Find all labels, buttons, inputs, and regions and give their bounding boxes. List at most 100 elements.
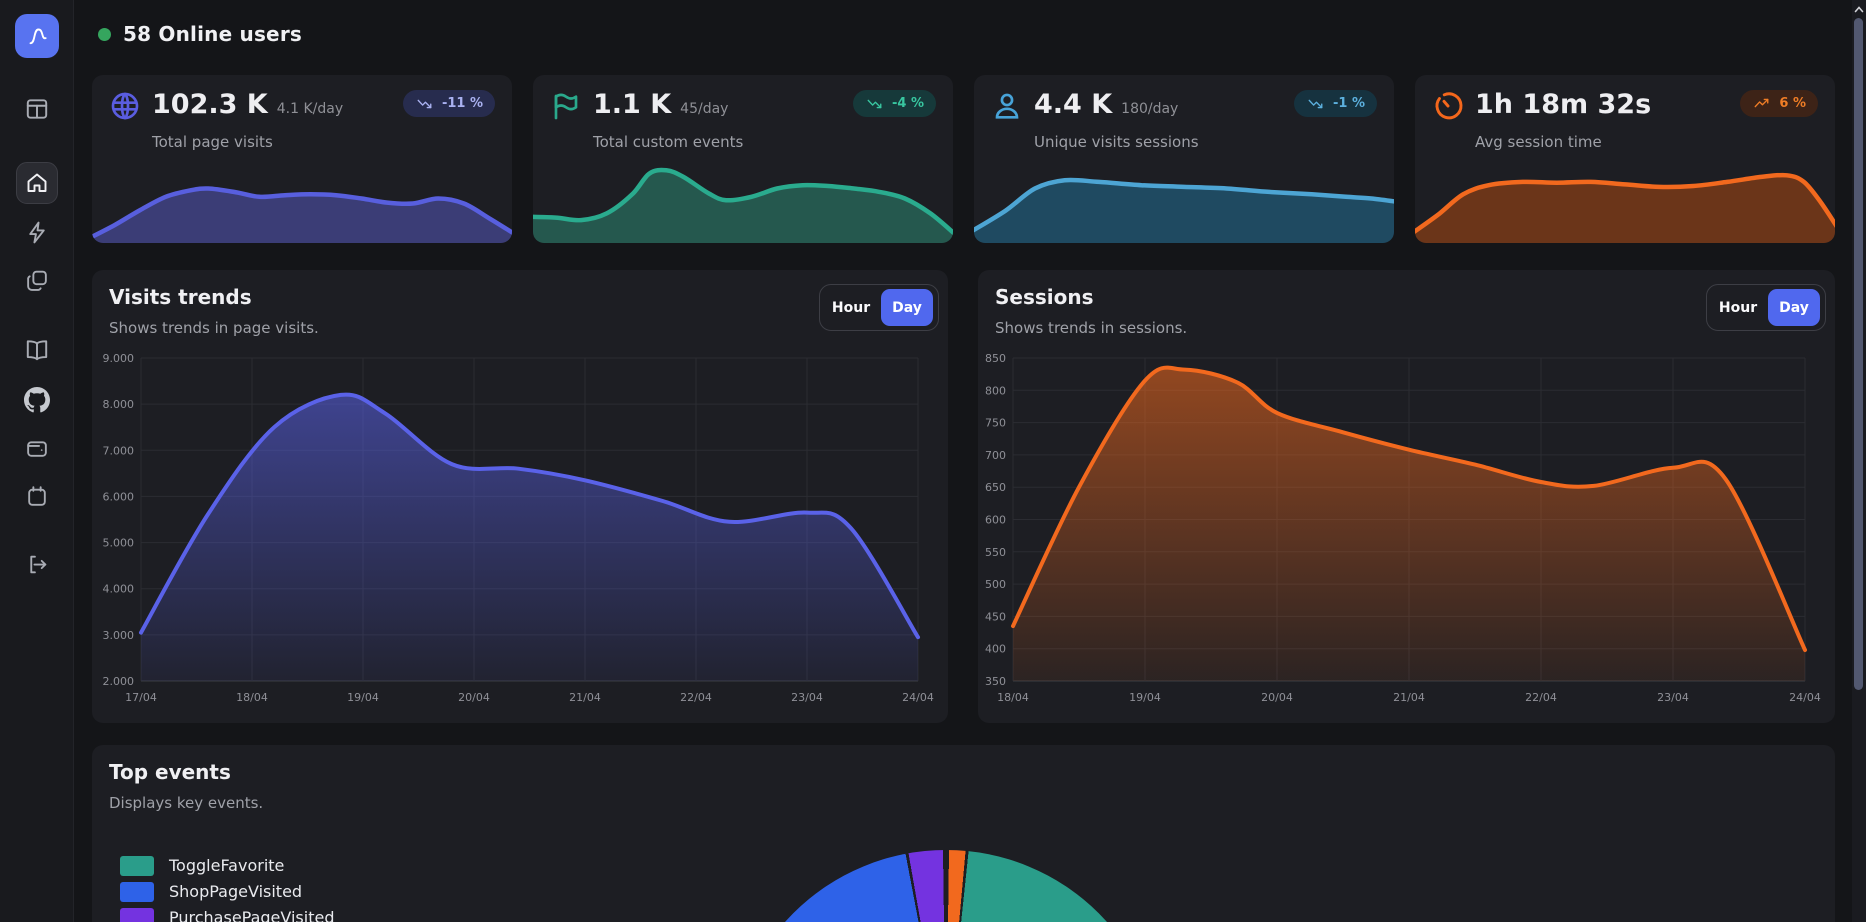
stat-card-total-custom-events: 1.1 K 45/day Total custom events -4 % <box>533 75 953 243</box>
legend-item[interactable]: ToggleFavorite <box>120 855 334 876</box>
svg-text:18/04: 18/04 <box>997 691 1029 704</box>
svg-text:22/04: 22/04 <box>1525 691 1557 704</box>
events-legend: ToggleFavorite ShopPageVisited PurchasePag… <box>120 855 334 922</box>
legend-item[interactable]: ShopPageVisited <box>120 881 334 902</box>
trend-badge: 6 % <box>1740 90 1818 117</box>
legend-label: ToggleFavorite <box>169 856 284 875</box>
layout-panel-icon <box>24 96 50 122</box>
badge-text: -4 % <box>892 96 924 111</box>
online-users-label: 58 Online users <box>123 22 302 46</box>
unique-visits-sparkline <box>974 148 1394 243</box>
svg-text:400: 400 <box>985 643 1006 656</box>
visits-trends-card: Visits trends Shows trends in page visit… <box>92 270 948 723</box>
svg-text:19/04: 19/04 <box>1129 691 1161 704</box>
github-icon <box>24 387 50 413</box>
svg-text:3.000: 3.000 <box>103 629 135 642</box>
svg-text:23/04: 23/04 <box>791 691 823 704</box>
svg-text:850: 850 <box>985 352 1006 365</box>
page-visits-sparkline <box>92 148 512 243</box>
stat-value: 4.4 K <box>1034 89 1112 120</box>
sidebar-item-pages[interactable] <box>24 268 49 293</box>
pulse-logo-icon <box>24 23 50 49</box>
sessions-chart: 850 800 750 700 650 600 550 500 450 400 350 18/04 19… <box>978 270 1835 723</box>
svg-text:5.000: 5.000 <box>103 537 135 550</box>
svg-text:20/04: 20/04 <box>458 691 490 704</box>
svg-text:20/04: 20/04 <box>1261 691 1293 704</box>
stat-card-avg-session-time: 1h 18m 32s Avg session time 6 % <box>1415 75 1835 243</box>
trend-badge: -4 % <box>853 90 936 117</box>
stat-rate: 180/day <box>1121 101 1178 117</box>
stat-value: 1h 18m 32s <box>1475 89 1651 120</box>
svg-text:350: 350 <box>985 675 1006 688</box>
stat-value: 1.1 K <box>593 89 671 120</box>
trending-down-icon <box>1306 96 1325 111</box>
svg-text:4.000: 4.000 <box>103 583 135 596</box>
book-icon <box>24 337 50 363</box>
custom-events-sparkline <box>533 148 953 243</box>
trending-up-icon <box>1752 96 1771 111</box>
legend-label: PurchasePageVisited <box>169 908 334 922</box>
svg-text:8.000: 8.000 <box>103 398 135 411</box>
svg-text:18/04: 18/04 <box>236 691 268 704</box>
trend-badge: -11 % <box>403 90 495 117</box>
top-events-subtitle: Displays key events. <box>109 794 263 812</box>
trending-down-icon <box>415 96 434 111</box>
badge-text: -11 % <box>442 96 483 111</box>
svg-text:21/04: 21/04 <box>569 691 601 704</box>
svg-text:500: 500 <box>985 578 1006 591</box>
svg-text:550: 550 <box>985 546 1006 559</box>
timer-icon <box>1432 90 1464 122</box>
stat-value: 102.3 K <box>152 89 268 120</box>
badge-text: 6 % <box>1779 96 1806 111</box>
flag-icon <box>550 90 582 122</box>
svg-text:700: 700 <box>985 449 1006 462</box>
sidebar-item-home[interactable] <box>16 162 58 204</box>
svg-text:800: 800 <box>985 384 1006 397</box>
legend-swatch <box>120 882 154 902</box>
sidebar-item-github[interactable] <box>24 387 50 413</box>
trend-badge: -1 % <box>1294 90 1377 117</box>
stat-card-total-page-visits: 102.3 K 4.1 K/day Total page visits -11 … <box>92 75 512 243</box>
zap-icon <box>24 220 49 245</box>
scrollbar-thumb[interactable] <box>1854 18 1863 690</box>
sidebar-item-events[interactable] <box>24 220 49 245</box>
svg-text:450: 450 <box>985 610 1006 623</box>
trending-down-icon <box>865 96 884 111</box>
session-time-sparkline <box>1415 148 1835 243</box>
svg-text:24/04: 24/04 <box>1789 691 1821 704</box>
svg-text:600: 600 <box>985 514 1006 527</box>
visits-trends-chart: 9.0008.0007.0006.0005.0004.0003.0002.000… <box>92 270 948 723</box>
stat-rate: 45/day <box>680 101 728 117</box>
sidebar-item-wallet[interactable] <box>24 436 49 461</box>
svg-text:22/04: 22/04 <box>680 691 712 704</box>
sidebar-item-logout[interactable] <box>24 552 49 577</box>
legend-item[interactable]: PurchasePageVisited <box>120 907 334 922</box>
app-logo[interactable] <box>15 14 59 58</box>
copy-pages-icon <box>24 268 49 293</box>
sidebar-item-panels[interactable] <box>24 96 50 122</box>
svg-text:7.000: 7.000 <box>103 444 135 457</box>
stat-rate: 4.1 K/day <box>277 101 343 117</box>
top-events-title: Top events <box>109 760 231 784</box>
user-icon <box>991 90 1023 122</box>
svg-text:21/04: 21/04 <box>1393 691 1425 704</box>
sidebar-item-calendar[interactable] <box>24 484 49 509</box>
scrollbar <box>1852 0 1866 922</box>
wallet-icon <box>24 436 49 461</box>
legend-swatch <box>120 856 154 876</box>
svg-text:23/04: 23/04 <box>1657 691 1689 704</box>
svg-text:17/04: 17/04 <box>125 691 157 704</box>
sidebar-item-docs[interactable] <box>24 337 50 363</box>
scroll-up-icon[interactable] <box>1853 2 1865 16</box>
svg-text:750: 750 <box>985 417 1006 430</box>
online-status-dot <box>98 28 111 41</box>
logout-icon <box>24 552 49 577</box>
svg-text:6.000: 6.000 <box>103 490 135 503</box>
svg-text:650: 650 <box>985 481 1006 494</box>
legend-label: ShopPageVisited <box>169 882 302 901</box>
sidebar <box>0 0 74 922</box>
home-icon <box>25 171 49 195</box>
svg-text:2.000: 2.000 <box>103 675 135 688</box>
sessions-card: Sessions Shows trends in sessions. Hour … <box>978 270 1835 723</box>
svg-text:24/04: 24/04 <box>902 691 934 704</box>
